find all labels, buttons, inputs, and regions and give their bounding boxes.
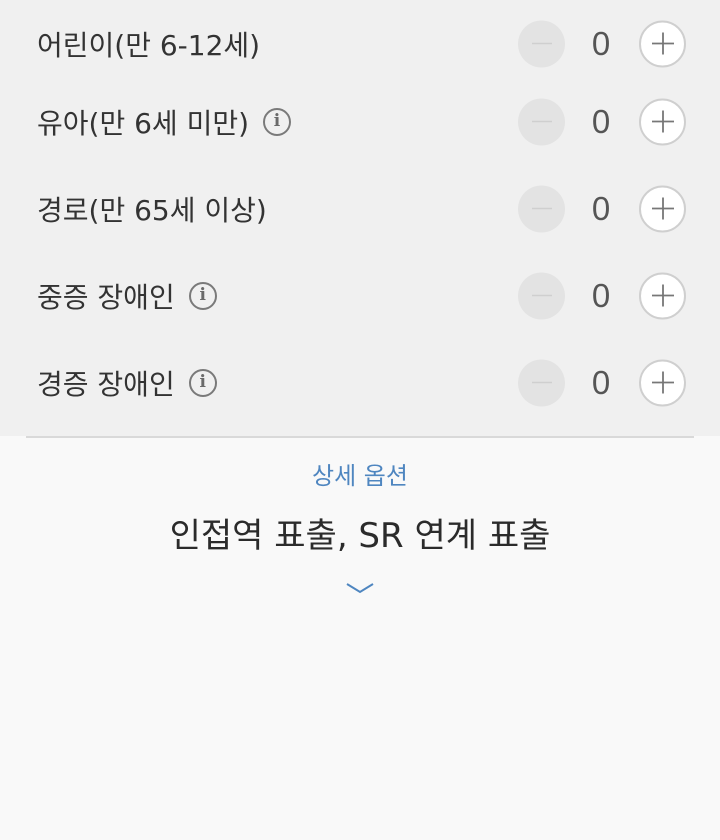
decrease-button[interactable]: [518, 20, 565, 67]
plus-icon: [651, 197, 674, 220]
minus-icon: [531, 42, 552, 45]
increase-button[interactable]: [639, 98, 686, 145]
passenger-type-label: 경증 장애인: [37, 367, 175, 401]
decrease-button[interactable]: [518, 185, 565, 232]
decrease-button[interactable]: [518, 98, 565, 145]
passenger-row-label: 유아(만 6세 미만) i: [37, 102, 292, 142]
passenger-row-label: 경로(만 65세 이상): [37, 189, 267, 229]
passenger-count-value: 0: [591, 24, 611, 62]
decrease-button[interactable]: [518, 272, 565, 319]
minus-icon: [531, 120, 552, 123]
detail-options-summary[interactable]: 인접역 표출, SR 연계 표출: [0, 508, 720, 557]
minus-icon: [531, 381, 552, 384]
increase-button[interactable]: [639, 272, 686, 319]
increase-button[interactable]: [639, 359, 686, 406]
passenger-row-infant: 유아(만 6세 미만) i 0: [0, 78, 720, 165]
plus-icon: [651, 110, 674, 133]
passenger-row-senior: 경로(만 65세 이상) 0: [0, 165, 720, 252]
passenger-type-label: 경로(만 65세 이상): [37, 193, 267, 227]
passenger-type-label: 어린이(만 6-12세): [37, 28, 261, 62]
passenger-count-value: 0: [591, 102, 611, 140]
passenger-row-label: 중증 장애인 i: [37, 276, 217, 316]
passenger-row-severe-disability: 중증 장애인 i 0: [0, 252, 720, 339]
passenger-count-panel: 어린이(만 6-12세) 0 유아(만 6세 미만) i 0 경로(만 65세 …: [0, 0, 720, 436]
passenger-row-child: 어린이(만 6-12세) 0: [0, 0, 720, 87]
minus-icon: [531, 294, 552, 297]
plus-icon: [651, 32, 674, 55]
plus-icon: [651, 284, 674, 307]
info-icon[interactable]: i: [188, 281, 217, 310]
passenger-count-value: 0: [591, 189, 611, 227]
plus-icon: [651, 371, 674, 394]
passenger-row-mild-disability: 경증 장애인 i 0: [0, 339, 720, 426]
info-icon[interactable]: i: [263, 107, 292, 136]
info-icon[interactable]: i: [188, 368, 217, 397]
detail-options-label[interactable]: 상세 옵션: [0, 456, 720, 491]
passenger-row-label: 어린이(만 6-12세): [37, 24, 260, 64]
passenger-count-value: 0: [591, 276, 611, 314]
decrease-button[interactable]: [518, 359, 565, 406]
section-divider: [26, 436, 694, 438]
increase-button[interactable]: [639, 185, 686, 232]
passenger-row-label: 경증 장애인 i: [37, 363, 217, 403]
increase-button[interactable]: [639, 20, 686, 67]
minus-icon: [531, 207, 552, 210]
passenger-count-value: 0: [591, 363, 611, 401]
passenger-type-label: 유아(만 6세 미만): [37, 106, 250, 140]
chevron-down-icon[interactable]: [343, 578, 377, 598]
passenger-type-label: 중증 장애인: [37, 280, 175, 314]
